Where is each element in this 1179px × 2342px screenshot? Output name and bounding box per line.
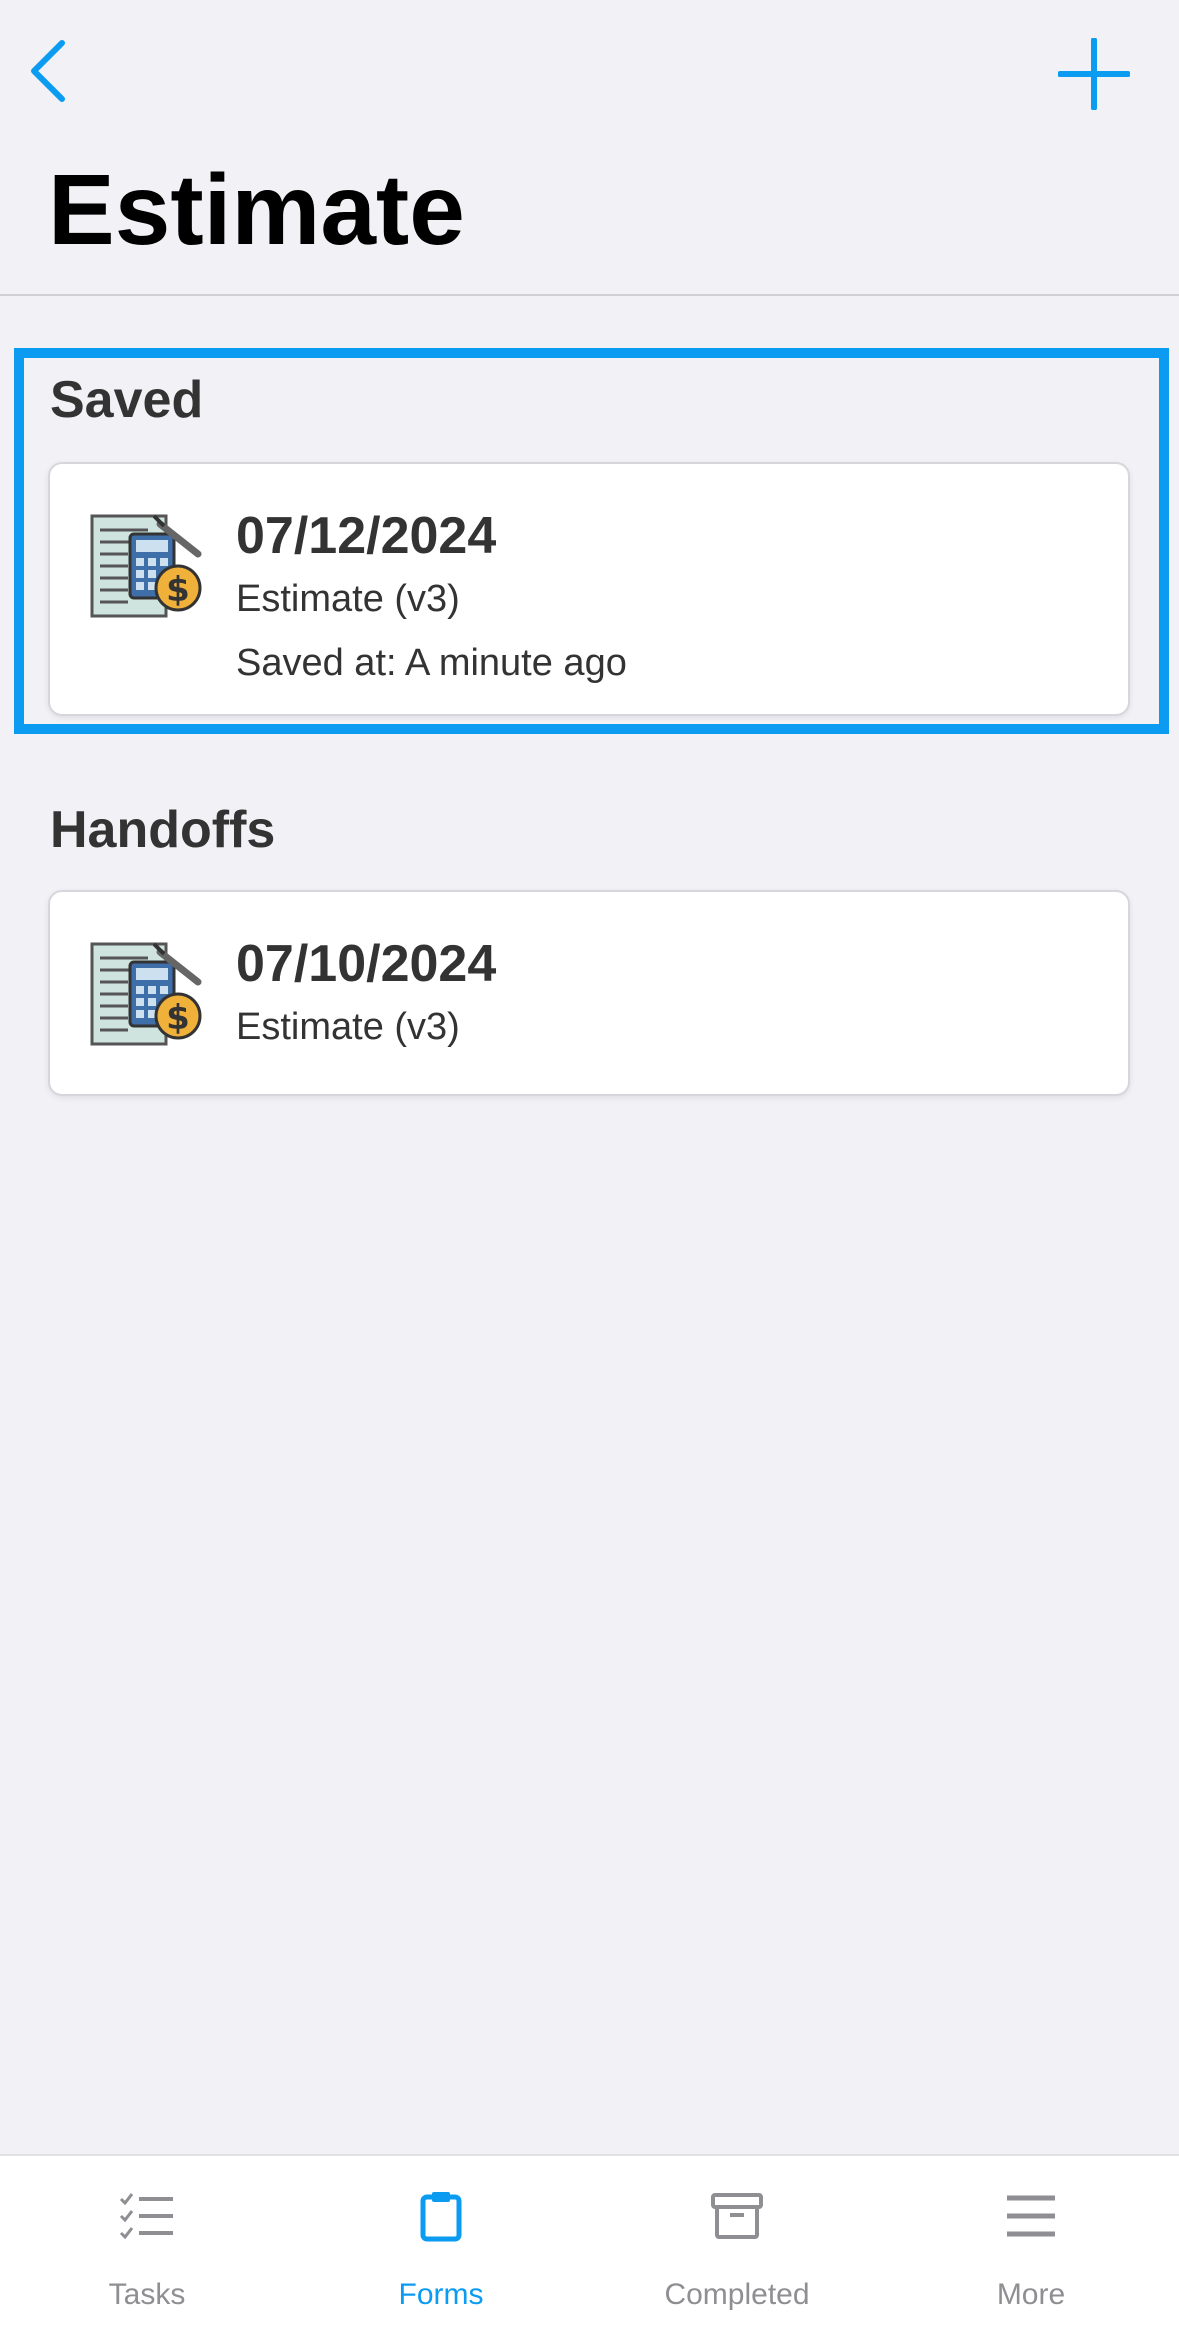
handoff-form-card[interactable]: $ 07/10/2024 Estimate (v3) [48,890,1130,1096]
section-title-saved: Saved [50,371,204,429]
tab-label: Forms [398,2278,484,2311]
card-saved-at: Saved at: A minute ago [236,642,627,684]
tab-bar: Tasks Forms Completed More [0,2154,1179,2342]
card-form-name: Estimate (v3) [236,1006,460,1048]
tab-label: More [996,2278,1066,2311]
svg-text:$: $ [166,998,190,1038]
nav-header: Estimate [0,0,1179,296]
saved-form-card[interactable]: $ 07/12/2024 Estimate (v3) Saved at: A m… [48,462,1130,716]
chevron-left-icon [31,40,65,102]
estimate-form-icon: $ [90,514,202,618]
tab-label: Completed [664,2278,810,2311]
plus-icon [1058,38,1130,110]
card-date: 07/10/2024 [236,935,497,993]
section-title-handoffs: Handoffs [50,801,276,859]
tab-more[interactable]: More [884,2156,1178,2342]
card-date: 07/12/2024 [236,507,497,565]
back-button[interactable] [18,36,78,106]
clipboard-icon [411,2186,471,2246]
estimate-form-icon: $ [90,942,202,1046]
tab-label: Tasks [108,2278,186,2311]
tab-forms[interactable]: Forms [294,2156,588,2342]
add-button[interactable] [1054,34,1134,114]
tab-completed[interactable]: Completed [590,2156,884,2342]
page-title: Estimate [48,154,465,266]
tasks-checklist-icon [117,2186,177,2246]
tab-tasks[interactable]: Tasks [0,2156,294,2342]
svg-text:$: $ [166,570,190,610]
menu-icon [1001,2186,1061,2246]
card-form-name: Estimate (v3) [236,578,460,620]
archive-box-icon [707,2186,767,2246]
